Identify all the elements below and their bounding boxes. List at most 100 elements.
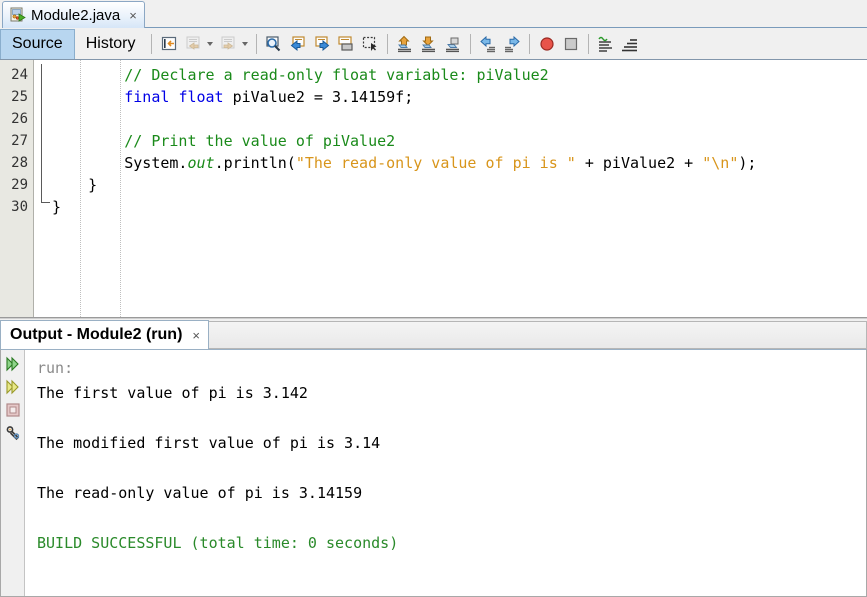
toggle-breakpoint-icon[interactable] bbox=[536, 33, 558, 55]
output-tab-label: Output - Module2 (run) bbox=[10, 326, 183, 343]
output-window: Output - Module2 (run) × run: The first … bbox=[0, 318, 867, 597]
code-token-comment: // Declare a read-only float variable: p… bbox=[124, 66, 549, 84]
last-edit-position-icon[interactable] bbox=[158, 33, 180, 55]
code-text-content[interactable]: // Declare a read-only float variable: p… bbox=[52, 60, 867, 317]
shift-right-icon[interactable] bbox=[501, 33, 523, 55]
tab-source[interactable]: Source bbox=[0, 28, 75, 59]
output-tab-close-icon[interactable]: × bbox=[192, 329, 200, 342]
toggle-bookmark-icon[interactable] bbox=[442, 33, 464, 55]
code-line: // Print the value of piValue2 bbox=[52, 130, 867, 152]
shift-left-icon[interactable] bbox=[477, 33, 499, 55]
output-tab-strip: Output - Module2 (run) × bbox=[0, 319, 867, 349]
code-line: } bbox=[52, 174, 867, 196]
output-tab-module2-run[interactable]: Output - Module2 (run) × bbox=[0, 320, 209, 349]
toolbar-separator bbox=[470, 33, 472, 54]
code-token-keyword: final bbox=[124, 88, 170, 106]
indent-guide bbox=[80, 60, 81, 317]
code-lines: // Declare a read-only float variable: p… bbox=[52, 64, 867, 218]
inspect-members-icon[interactable] bbox=[619, 33, 641, 55]
toolbar-separator bbox=[256, 33, 258, 54]
tab-history-label: History bbox=[85, 34, 136, 52]
code-token-string: "The read-only value of pi is " bbox=[295, 154, 576, 172]
find-next-icon[interactable] bbox=[311, 33, 333, 55]
output-action-bar bbox=[1, 350, 25, 596]
output-line: The modified first value of pi is 3.14 bbox=[37, 434, 381, 452]
netbeans-ide-window: Module2.java × Source History 24 25 26 2… bbox=[0, 0, 867, 597]
document-tab-module2-java[interactable]: Module2.java × bbox=[2, 1, 145, 28]
toolbar-separator bbox=[529, 33, 531, 54]
output-line: run: bbox=[37, 359, 74, 377]
document-tab-label: Module2.java bbox=[31, 6, 121, 24]
code-token-plain: piValue2 = 3.14159f; bbox=[223, 88, 414, 106]
code-line: final float piValue2 = 3.14159f; bbox=[52, 86, 867, 108]
line-number: 29 bbox=[11, 177, 28, 193]
line-number: 27 bbox=[11, 133, 28, 149]
output-console-lines: run: The first value of pi is 3.142 The m… bbox=[37, 356, 866, 556]
code-token-plain: } bbox=[52, 198, 62, 216]
back-navigation-icon[interactable] bbox=[182, 33, 204, 55]
output-line: The read-only value of pi is 3.14159 bbox=[37, 484, 363, 502]
java-file-run-icon bbox=[10, 7, 26, 23]
document-tab-strip-filler bbox=[144, 1, 867, 28]
output-tab-strip-filler bbox=[209, 321, 867, 349]
stop-icon[interactable] bbox=[560, 33, 582, 55]
editor-window: Module2.java × Source History 24 25 26 2… bbox=[0, 0, 867, 318]
output-settings-icon[interactable] bbox=[3, 423, 23, 443]
output-line: The first value of pi is 3.142 bbox=[37, 384, 308, 402]
code-editor-area[interactable]: 24 25 26 27 28 29 30 // Declare a read-o… bbox=[0, 60, 867, 318]
line-number: 28 bbox=[11, 155, 28, 171]
code-token-comment: // Print the value of piValue2 bbox=[124, 132, 396, 150]
code-token-string: "\n" bbox=[702, 154, 739, 172]
code-line: System.out.println("The read-only value … bbox=[52, 152, 867, 174]
forward-navigation-dropdown-icon[interactable] bbox=[240, 33, 249, 55]
toolbar-separator bbox=[151, 33, 153, 54]
line-number: 26 bbox=[11, 111, 28, 127]
forward-navigation-icon[interactable] bbox=[217, 33, 239, 55]
find-previous-icon[interactable] bbox=[287, 33, 309, 55]
toggle-rectangular-selection-icon[interactable] bbox=[359, 33, 381, 55]
indent-guide bbox=[120, 60, 121, 317]
rerun-alternate-icon[interactable] bbox=[3, 377, 23, 397]
code-token-plain: + piValue2 + bbox=[575, 154, 703, 172]
output-console[interactable]: run: The first value of pi is 3.142 The m… bbox=[25, 350, 866, 596]
toggle-highlight-search-icon[interactable] bbox=[335, 33, 357, 55]
code-token-plain: } bbox=[52, 176, 98, 194]
line-number: 24 bbox=[11, 67, 28, 83]
rerun-icon[interactable] bbox=[3, 354, 23, 374]
code-fold-bracket-icon[interactable] bbox=[41, 64, 50, 203]
code-folding-column[interactable] bbox=[34, 60, 52, 317]
line-number: 25 bbox=[11, 89, 28, 105]
code-token-keyword: float bbox=[178, 88, 224, 106]
output-line: BUILD SUCCESSFUL (total time: 0 seconds) bbox=[37, 534, 399, 552]
toolbar-separator bbox=[588, 33, 590, 54]
code-token-field: out bbox=[187, 154, 215, 172]
next-bookmark-icon[interactable] bbox=[418, 33, 440, 55]
code-token-plain: ); bbox=[738, 154, 757, 172]
tab-history[interactable]: History bbox=[75, 29, 147, 59]
toggle-comment-icon[interactable] bbox=[595, 33, 617, 55]
code-token-plain: .println( bbox=[214, 154, 296, 172]
find-selection-icon[interactable] bbox=[263, 33, 285, 55]
code-line: } bbox=[52, 196, 867, 218]
editor-line-number-gutter: 24 25 26 27 28 29 30 bbox=[0, 60, 34, 317]
previous-bookmark-icon[interactable] bbox=[394, 33, 416, 55]
back-navigation-dropdown-icon[interactable] bbox=[205, 33, 214, 55]
output-body: run: The first value of pi is 3.142 The m… bbox=[0, 349, 867, 597]
code-token-plain: System. bbox=[124, 154, 188, 172]
editor-toolbar-row: Source History bbox=[0, 28, 867, 60]
tab-source-label: Source bbox=[12, 35, 63, 52]
document-tab-strip: Module2.java × bbox=[0, 0, 867, 28]
document-tab-close-icon[interactable]: × bbox=[129, 9, 137, 22]
toolbar-separator bbox=[387, 33, 389, 54]
code-line: // Declare a read-only float variable: p… bbox=[52, 64, 867, 86]
line-number: 30 bbox=[11, 199, 28, 215]
stop-process-icon[interactable] bbox=[3, 400, 23, 420]
